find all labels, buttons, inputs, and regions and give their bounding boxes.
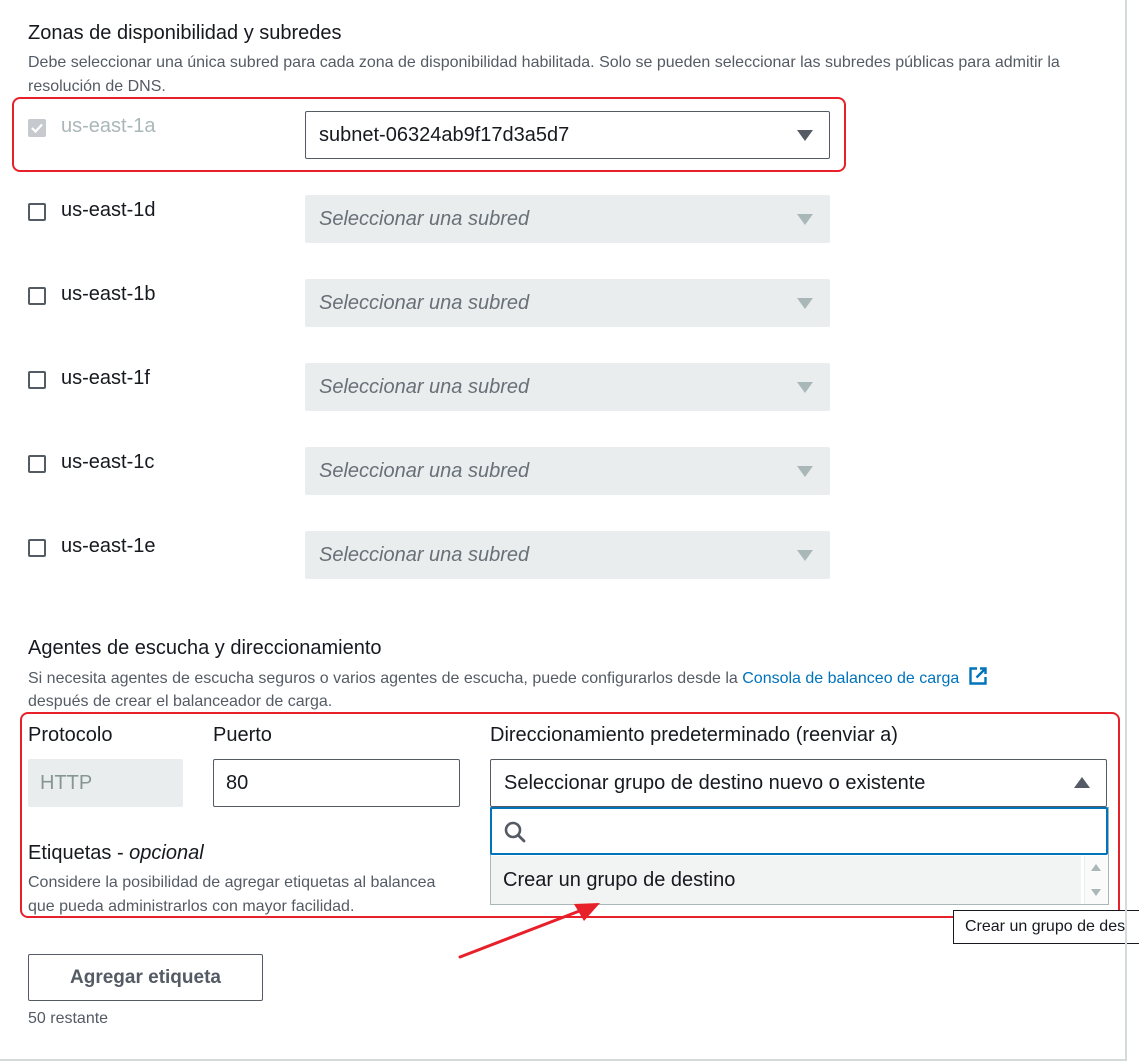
listeners-description-continued: después de crear el balanceador de carga…: [28, 693, 333, 710]
listeners-section-title: Agentes de escucha y direccionamiento: [28, 637, 382, 659]
tags-remaining-count: 50 restante: [28, 1010, 109, 1027]
load-balancing-console-link[interactable]: Consola de balanceo de carga: [742, 670, 959, 687]
az-checkbox-us-east-1d[interactable]: [28, 203, 46, 221]
az-checkbox-us-east-1b[interactable]: [28, 287, 46, 305]
az-checkbox-us-east-1c[interactable]: [28, 455, 46, 473]
annotation-box-subnet: [12, 97, 846, 172]
subnet-select-us-east-1e: Seleccionar una subred: [305, 531, 830, 579]
external-link-icon[interactable]: [968, 666, 988, 694]
subnet-select-placeholder: Seleccionar una subred: [319, 375, 530, 398]
page-bottom-border: [0, 1059, 1126, 1061]
subnet-select-us-east-1b: Seleccionar una subred: [305, 279, 830, 327]
caret-down-icon: [797, 382, 813, 393]
subnet-select-us-east-1f: Seleccionar una subred: [305, 363, 830, 411]
caret-down-icon: [797, 214, 813, 225]
annotation-arrow: [458, 903, 600, 959]
caret-down-icon: [797, 466, 813, 477]
caret-down-icon: [797, 298, 813, 309]
caret-down-icon: [797, 550, 813, 561]
az-label-us-east-1b: us-east-1b: [61, 283, 156, 305]
az-checkbox-us-east-1e[interactable]: [28, 539, 46, 557]
subnet-select-placeholder: Seleccionar una subred: [319, 543, 530, 566]
az-label-us-east-1d: us-east-1d: [61, 199, 156, 221]
listeners-description-text: Si necesita agentes de escucha seguros o…: [28, 670, 738, 687]
az-label-us-east-1e: us-east-1e: [61, 535, 156, 557]
page-right-border: [1125, 0, 1127, 1061]
subnet-select-us-east-1c: Seleccionar una subred: [305, 447, 830, 495]
subnet-select-placeholder: Seleccionar una subred: [319, 207, 530, 230]
az-label-us-east-1f: us-east-1f: [61, 367, 150, 389]
az-label-us-east-1c: us-east-1c: [61, 451, 155, 473]
subnets-section-description: Debe seleccionar una única subred para c…: [28, 54, 1060, 95]
subnet-select-placeholder: Seleccionar una subred: [319, 291, 530, 314]
az-checkbox-us-east-1f[interactable]: [28, 371, 46, 389]
annotation-box-listeners: [20, 712, 1120, 918]
subnets-section-title: Zonas de disponibilidad y subredes: [28, 22, 342, 44]
subnet-select-us-east-1d: Seleccionar una subred: [305, 195, 830, 243]
add-tag-button[interactable]: Agregar etiqueta: [28, 954, 263, 1001]
tooltip: Crear un grupo de des: [953, 910, 1139, 944]
subnet-select-placeholder: Seleccionar una subred: [319, 459, 530, 482]
